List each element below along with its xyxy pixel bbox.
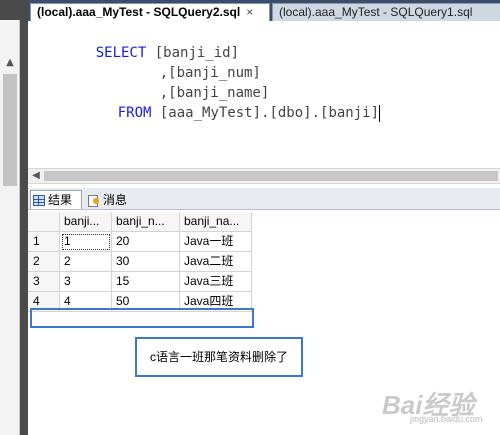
document-tab-bar: (local).aaa_MyTest - SQLQuery2.sql × (loc… — [28, 0, 500, 21]
tab-results-label: 结果 — [48, 193, 73, 207]
row-number[interactable]: 1 — [28, 232, 60, 252]
code-line-2: ,[banji_num] — [126, 43, 261, 81]
code-line-4: FROM [aaa_MyTest].[dbo].[banji] — [84, 83, 381, 122]
text-caret — [379, 104, 381, 122]
grid-cell[interactable]: Java一班 — [180, 232, 252, 252]
grid-cell[interactable]: Java三班 — [180, 272, 252, 292]
results-tab-strip: 结果 消息 — [28, 188, 500, 210]
tab-messages-label: 消息 — [103, 192, 128, 207]
tab-messages[interactable]: 消息 — [86, 190, 136, 209]
column-header[interactable]: banji_na... — [180, 212, 252, 232]
missing-row-highlight — [30, 308, 254, 328]
sql-keyword: FROM — [117, 105, 152, 121]
left-panel: ▲ — [0, 0, 28, 435]
grid-cell[interactable]: 30 — [112, 252, 180, 272]
row-number[interactable]: 2 — [28, 252, 60, 272]
grid-cell[interactable]: 1 — [60, 232, 112, 252]
vertical-scrollbar-thumb[interactable] — [3, 74, 17, 186]
annotation-callout: c语言一班那笔资料删除了 — [135, 337, 303, 377]
watermark-subtext: jingyan.baidu.com — [410, 414, 483, 424]
grid-icon — [33, 194, 45, 206]
tab-label: (local).aaa_MyTest - SQLQuery1.sql — [279, 5, 473, 19]
grid-cell[interactable]: 20 — [112, 232, 180, 252]
code-line-1: SELECT [banji_id] — [62, 23, 239, 61]
watermark-logo: Bai经验 jingyan.baidu.com — [382, 385, 498, 429]
column-header[interactable]: banji_n... — [112, 212, 180, 232]
tab-results[interactable]: 结果 — [30, 190, 82, 209]
code-line-3: ,[banji_name] — [126, 63, 270, 101]
horizontal-scrollbar-thumb[interactable] — [44, 171, 498, 181]
sql-editor[interactable]: SELECT [banji_id] ,[banji_num] ,[banji_n… — [28, 21, 500, 168]
scroll-up-icon[interactable]: ▲ — [3, 57, 17, 69]
tab-sqlquery1[interactable]: (local).aaa_MyTest - SQLQuery1.sql — [272, 3, 500, 21]
message-icon — [88, 194, 100, 207]
row-number[interactable]: 3 — [28, 272, 60, 292]
grid-cell[interactable]: Java二班 — [180, 252, 252, 272]
grid-cell[interactable]: 2 — [60, 252, 112, 272]
tab-sqlquery2[interactable]: (local).aaa_MyTest - SQLQuery2.sql × — [30, 3, 270, 21]
scroll-left-icon[interactable]: ◀ — [30, 170, 42, 182]
close-icon[interactable]: × — [246, 5, 253, 19]
horizontal-scrollbar[interactable]: ◀ — [28, 168, 500, 184]
grid-cell[interactable]: 3 — [60, 272, 112, 292]
grid-cell[interactable]: 15 — [112, 272, 180, 292]
tab-label: (local).aaa_MyTest - SQLQuery2.sql — [37, 5, 241, 19]
row-header-corner[interactable] — [28, 212, 60, 232]
column-header[interactable]: banji... — [60, 212, 112, 232]
sql-text: [aaa_MyTest].[dbo].[banji] — [151, 105, 380, 121]
